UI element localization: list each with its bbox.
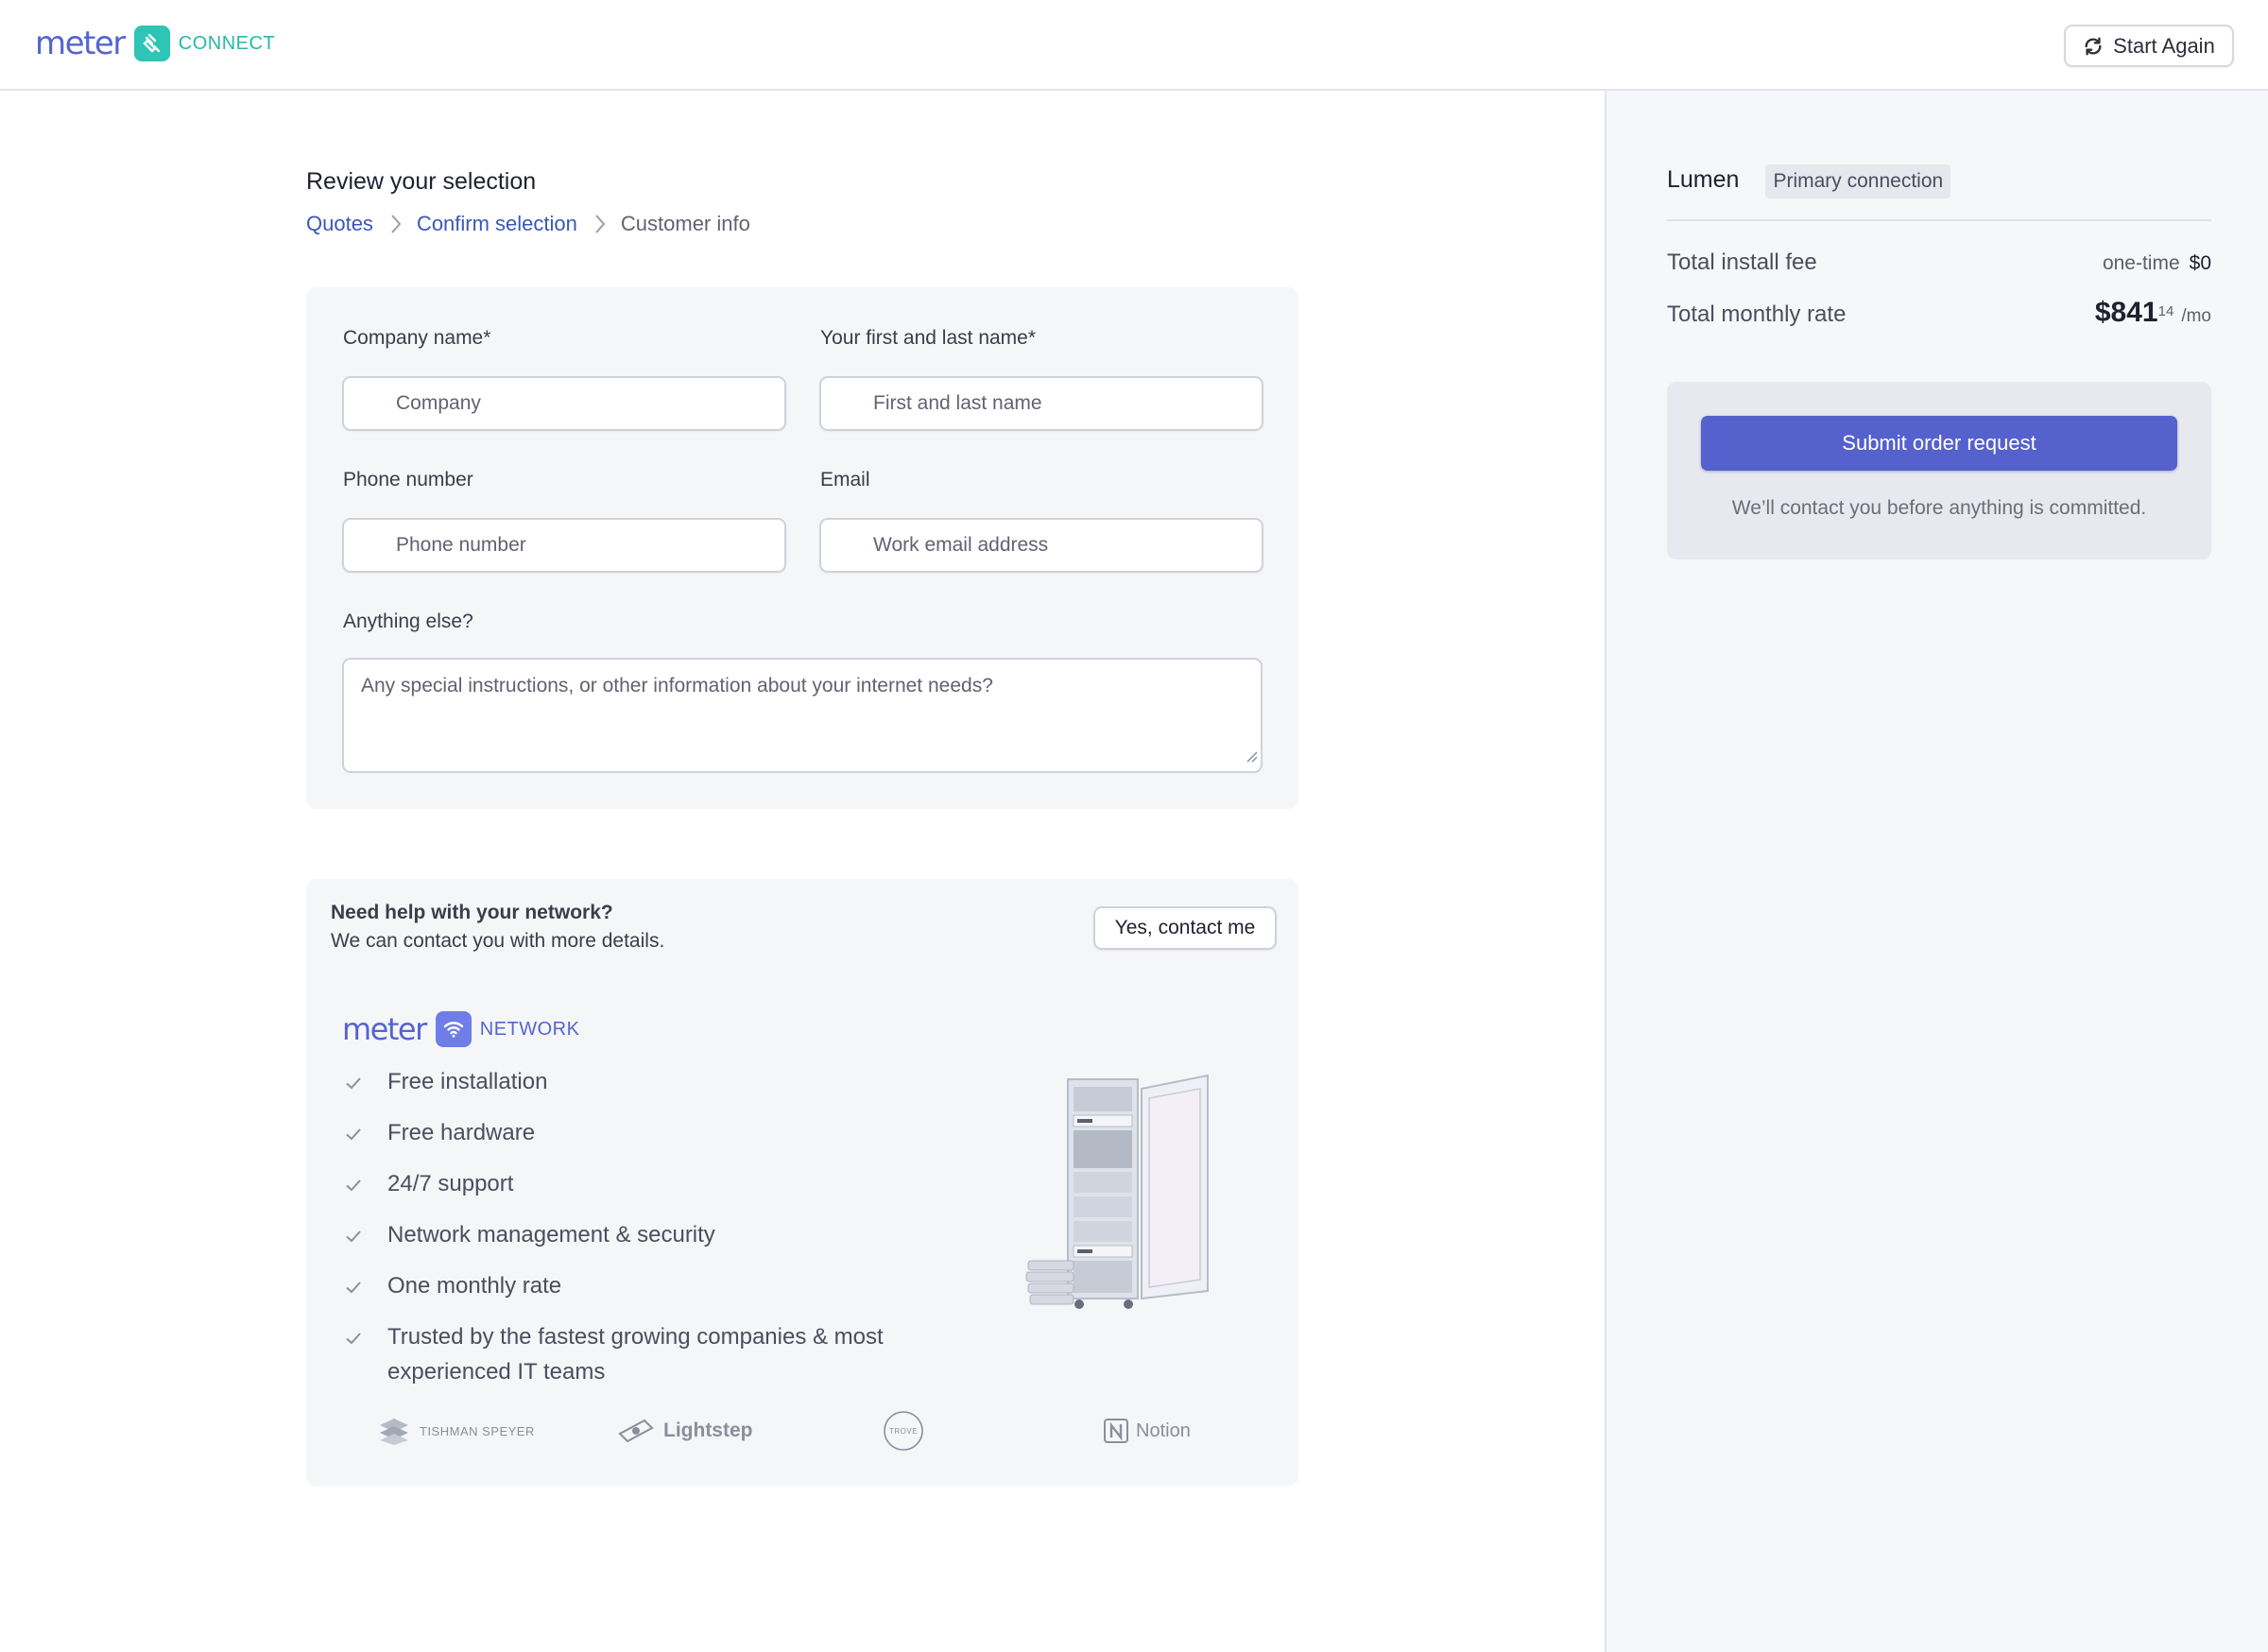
plug-icon [133, 26, 170, 61]
partner-name: Lightstep [663, 1420, 753, 1441]
monthly-rate-value-group: $84114/mo [2095, 297, 2211, 329]
submit-note: We’ll contact you before anything is com… [1731, 497, 2147, 519]
partner-logos: TISHMAN SPEYER Lightstep TROVE Notion [340, 1404, 1263, 1457]
order-summary-sidebar: Lumen Primary connection Total install f… [1605, 91, 2268, 1652]
check-icon [344, 1319, 387, 1358]
check-icon [344, 1166, 387, 1205]
meter-network-logo: meter NETWORK [342, 1011, 579, 1047]
customer-info-form: Company name* Company Your first and las… [306, 287, 1298, 809]
list-item: 24/7 support [344, 1166, 936, 1205]
network-rack-illustration [1022, 1068, 1249, 1337]
lightstep-logo: Lightstep [616, 1404, 753, 1457]
phone-number-label: Phone number [343, 469, 473, 490]
trove-logo: TROVE [883, 1404, 924, 1457]
check-icon [344, 1064, 387, 1103]
feature-list: Free installation Free hardware 24/7 sup… [344, 1064, 936, 1402]
refresh-icon [2083, 36, 2104, 57]
breadcrumb: Quotes Confirm selection Customer info [306, 212, 750, 236]
list-item: Free hardware [344, 1115, 936, 1154]
list-item: Network management & security [344, 1217, 936, 1256]
help-subtitle: We can contact you with more details. [331, 930, 665, 952]
help-title: Need help with your network? [331, 902, 613, 923]
logo-wordmark: meter [35, 25, 126, 62]
full-name-label: Your first and last name* [820, 327, 1037, 349]
check-icon [344, 1268, 387, 1307]
feature-text: Trusted by the fastest growing companies… [387, 1324, 884, 1385]
partner-name: TROVE [888, 1426, 919, 1436]
tishman-speyer-logo: TISHMAN SPEYER [378, 1404, 535, 1457]
install-fee-label: Total install fee [1667, 250, 1817, 275]
feature-text: Free hardware [387, 1120, 536, 1145]
connection-type-badge: Primary connection [1765, 164, 1951, 198]
feature-text: Network management & security [387, 1222, 715, 1248]
install-fee-value: $0 [2189, 252, 2211, 274]
full-name-input[interactable]: First and last name [819, 376, 1263, 431]
feature-text: Free installation [387, 1069, 548, 1094]
notes-textarea[interactable]: Any special instructions, or other infor… [342, 658, 1263, 773]
company-name-input[interactable]: Company [342, 376, 786, 431]
logo-product-name: CONNECT [178, 32, 276, 54]
email-label: Email [820, 469, 870, 490]
breadcrumb-confirm-selection[interactable]: Confirm selection [417, 212, 577, 236]
notes-label: Anything else? [343, 611, 473, 632]
list-item: One monthly rate [344, 1268, 936, 1307]
chevron-right-icon [594, 214, 606, 234]
monthly-rate-label: Total monthly rate [1667, 301, 1847, 327]
logo-product-name: NETWORK [479, 1018, 580, 1040]
monthly-rate-dollars: $841 [2094, 297, 2158, 328]
partner-name: TISHMAN SPEYER [420, 1423, 535, 1438]
list-item: Trusted by the fastest growing companies… [344, 1319, 936, 1389]
submit-panel: Submit order request We’ll contact you b… [1667, 382, 2211, 559]
notes-placeholder: Any special instructions, or other infor… [361, 675, 993, 697]
check-icon [344, 1115, 387, 1154]
install-fee-qualifier: one-time [2102, 252, 2180, 274]
monthly-rate-cents: 14 [2157, 302, 2174, 319]
breadcrumb-quotes[interactable]: Quotes [306, 212, 373, 236]
network-help-card: Need help with your network? We can cont… [306, 879, 1298, 1486]
resize-handle-icon[interactable] [1245, 746, 1258, 768]
company-name-label: Company name* [343, 327, 491, 349]
check-icon [344, 1217, 387, 1256]
logo-wordmark: meter [342, 1011, 427, 1047]
feature-text: 24/7 support [387, 1171, 514, 1196]
start-again-button[interactable]: Start Again [2064, 25, 2234, 67]
submit-order-button[interactable]: Submit order request [1701, 416, 2177, 471]
list-item: Free installation [344, 1064, 936, 1103]
install-fee-row: Total install fee one-time $0 [1667, 250, 2211, 276]
monthly-rate-row: Total monthly rate $84114/mo [1667, 297, 2211, 329]
contact-me-button[interactable]: Yes, contact me [1093, 906, 1277, 950]
chevron-right-icon [390, 214, 402, 234]
page-title: Review your selection [306, 168, 537, 195]
top-header: meter CONNECT Start Again [0, 0, 2268, 91]
meter-connect-logo[interactable]: meter CONNECT [35, 25, 275, 62]
wifi-icon [435, 1011, 472, 1047]
notion-logo: Notion [1102, 1404, 1191, 1457]
feature-text: One monthly rate [387, 1273, 562, 1299]
carrier-row: Lumen Primary connection [1667, 164, 2211, 221]
carrier-name: Lumen [1667, 166, 1740, 193]
monthly-rate-unit: /mo [2181, 306, 2211, 326]
install-fee-value-group: one-time $0 [2103, 252, 2211, 275]
start-again-label: Start Again [2113, 33, 2215, 58]
phone-number-input[interactable]: Phone number [342, 518, 786, 573]
breadcrumb-customer-info: Customer info [620, 212, 750, 235]
partner-name: Notion [1136, 1420, 1191, 1441]
email-input[interactable]: Work email address [819, 518, 1263, 573]
